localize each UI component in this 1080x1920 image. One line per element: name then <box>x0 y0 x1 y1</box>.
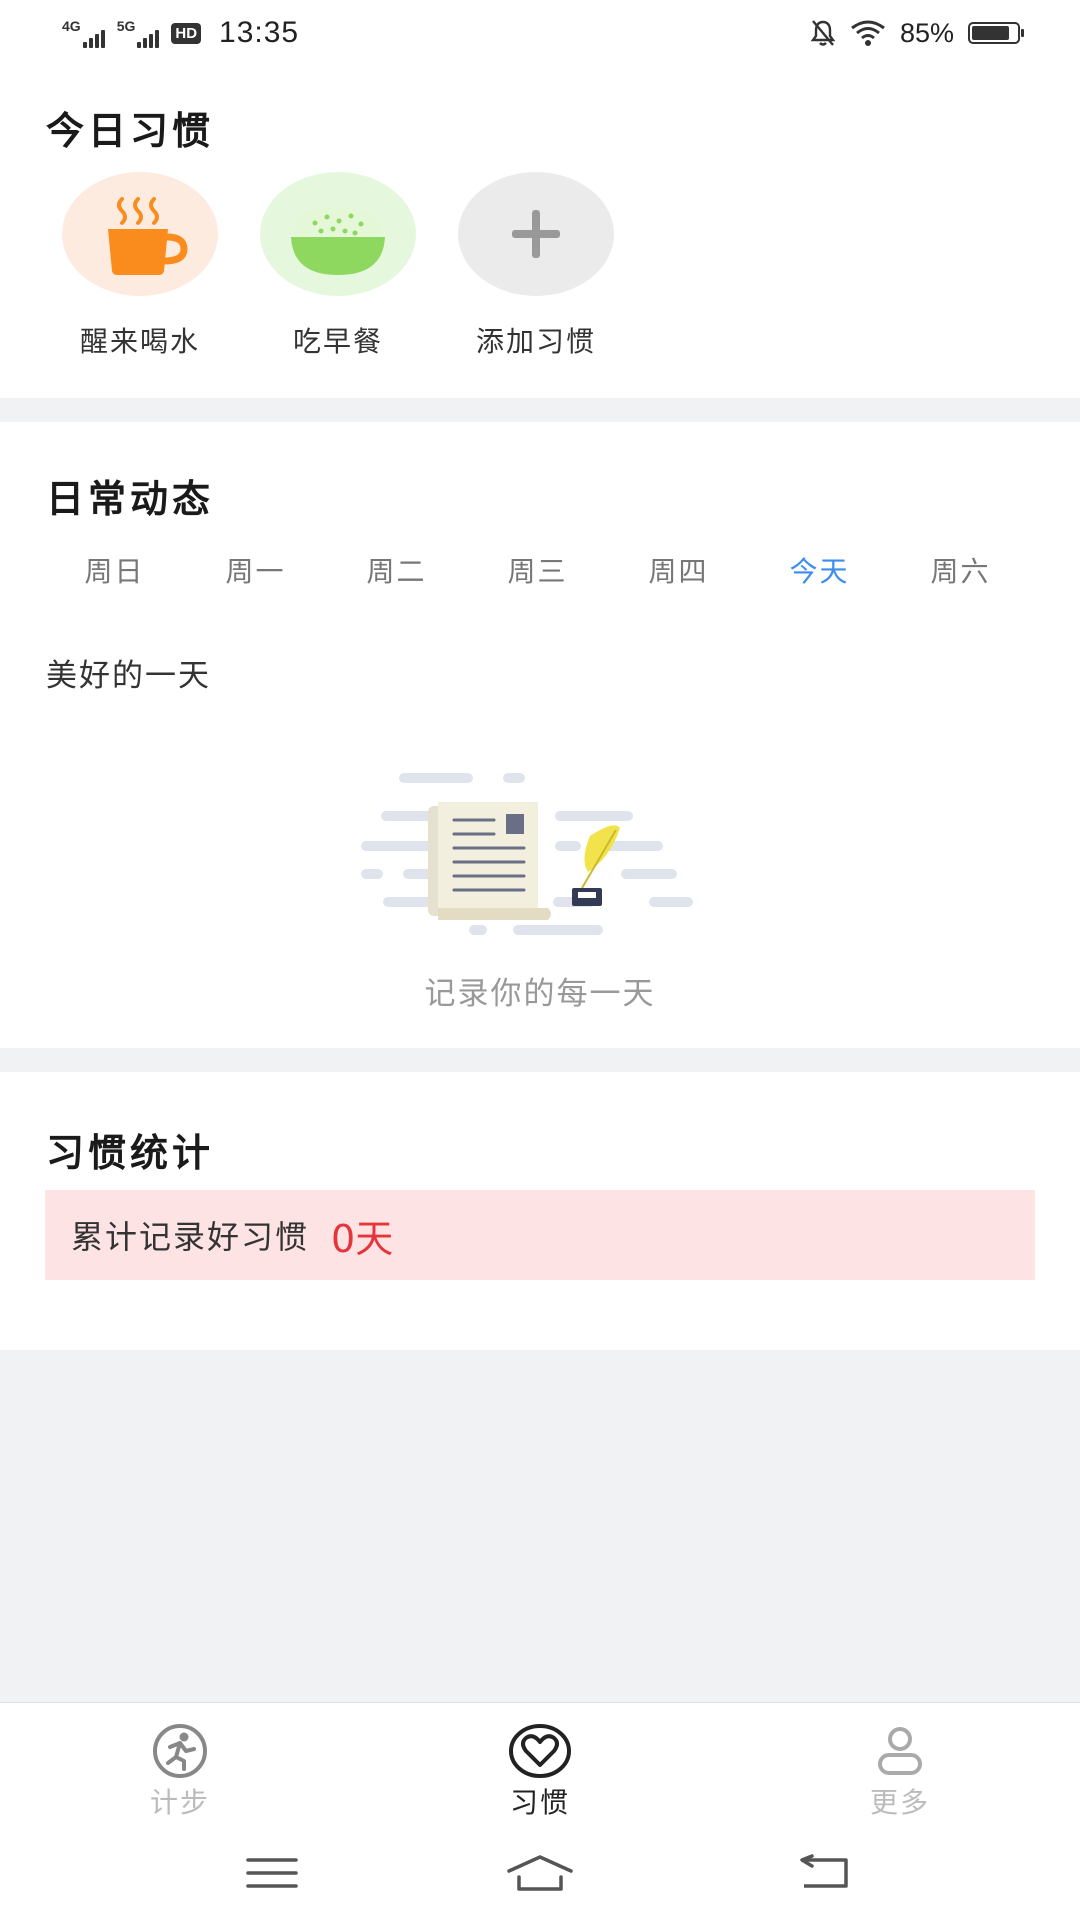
signal-4g: 4G <box>62 18 105 48</box>
battery-icon <box>968 22 1024 44</box>
total-habit-record: 累计记录好习惯 0天 <box>45 1190 1035 1280</box>
user-icon <box>878 1727 922 1775</box>
stats-label: 累计记录好习惯 <box>71 1218 310 1256</box>
section-title: 习惯统计 <box>46 1131 215 1175</box>
bottom-tab-bar: 计步 习惯 更多 <box>0 1702 1080 1828</box>
today-habits-section: 今日习惯 醒来喝水 吃早餐 添加习惯 <box>0 66 1080 398</box>
hd-voice-icon: HD <box>171 22 202 44</box>
tab-sunday[interactable]: 周日 <box>44 550 185 590</box>
tab-tuesday[interactable]: 周二 <box>326 550 467 590</box>
menu-button[interactable] <box>232 1848 312 1898</box>
heart-icon <box>509 1724 571 1778</box>
add-habit-button[interactable]: 添加习惯 <box>458 172 614 360</box>
tab-habits[interactable]: 习惯 <box>460 1723 620 1821</box>
status-left: 4G 5G HD 13:35 <box>62 10 299 56</box>
status-bar: 4G 5G HD 13:35 85% <box>0 0 1080 66</box>
coffee-cup-icon <box>62 172 218 296</box>
habit-label: 吃早餐 <box>292 325 383 358</box>
habit-stats-section: 习惯统计 累计记录好习惯 0天 <box>0 1072 1080 1350</box>
bell-off-icon <box>810 20 836 46</box>
habit-item-drink-water[interactable]: 醒来喝水 <box>62 172 218 360</box>
tab-steps[interactable]: 计步 <box>100 1723 260 1821</box>
habit-label: 添加习惯 <box>475 325 596 358</box>
tab-label: 更多 <box>869 1786 930 1819</box>
scroll-quill-illustration <box>361 773 693 935</box>
network-type-label: 4G <box>62 18 81 34</box>
wifi-icon <box>851 20 885 46</box>
empty-state-text: 记录你的每一天 <box>424 976 656 1012</box>
daily-dynamics-section: 日常动态 周日 周一 周二 周三 周四 今天 周六 美好的一天 记录你的每一天 <box>0 422 1080 1048</box>
battery-fill <box>972 26 1009 40</box>
back-button[interactable] <box>784 1848 864 1898</box>
plus-icon <box>458 172 614 296</box>
network-type-label: 5G <box>116 18 136 34</box>
status-right: 85% <box>810 10 1024 56</box>
system-nav-bar <box>0 1828 1080 1920</box>
tab-saturday[interactable]: 周六 <box>890 550 1031 590</box>
habit-label: 醒来喝水 <box>79 325 200 358</box>
week-tabs: 周日 周一 周二 周三 周四 今天 周六 <box>44 550 1044 590</box>
home-button[interactable] <box>500 1848 580 1898</box>
back-icon <box>800 1854 848 1888</box>
tab-thursday[interactable]: 周四 <box>608 550 749 590</box>
running-person-icon <box>153 1724 207 1778</box>
tab-today[interactable]: 今天 <box>749 550 890 590</box>
day-heading: 美好的一天 <box>46 658 211 694</box>
tab-label: 计步 <box>149 1786 210 1819</box>
battery-percent: 85% <box>899 17 954 48</box>
clock: 13:35 <box>219 16 300 49</box>
habit-list: 醒来喝水 吃早餐 添加习惯 <box>62 172 614 360</box>
section-title: 日常动态 <box>46 477 215 521</box>
rice-bowl-icon <box>260 172 416 296</box>
section-title: 今日习惯 <box>46 109 215 153</box>
tab-monday[interactable]: 周一 <box>185 550 326 590</box>
tab-wednesday[interactable]: 周三 <box>467 550 608 590</box>
menu-icon <box>246 1858 298 1888</box>
tab-more[interactable]: 更多 <box>820 1723 980 1821</box>
habit-item-breakfast[interactable]: 吃早餐 <box>260 172 416 360</box>
signal-bars-icon <box>82 26 105 48</box>
signal-bars-icon <box>137 26 160 48</box>
tab-label: 习惯 <box>509 1786 570 1819</box>
stats-value: 0天 <box>331 1216 394 1261</box>
home-icon <box>507 1855 573 1891</box>
signal-5g: 5G <box>117 18 160 48</box>
